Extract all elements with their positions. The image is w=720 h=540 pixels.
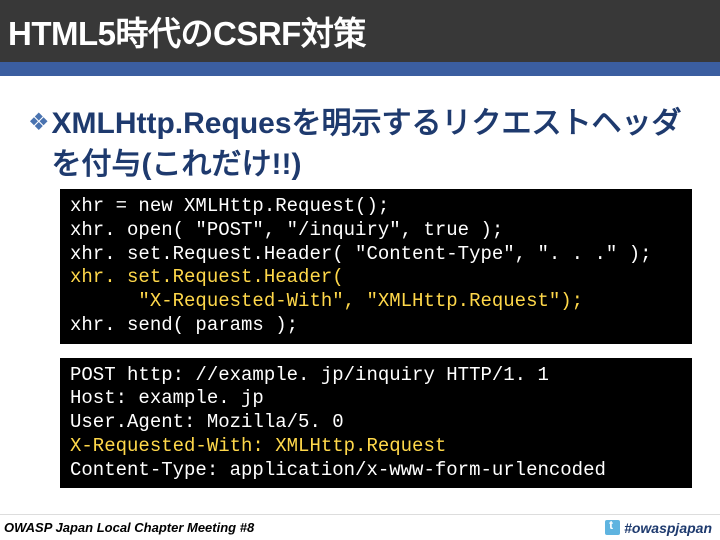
twitter-icon (605, 520, 620, 535)
code-line-highlight: xhr. set.Request.Header( (70, 266, 344, 288)
code-line: Host: example. jp (70, 387, 264, 409)
code-line: xhr. open( "POST", "/inquiry", true ); (70, 219, 503, 241)
code-line: Content-Type: application/x-www-form-url… (70, 459, 606, 481)
bullet-text: XMLHttp.Requesを明示するリクエストヘッダを付与(これだけ!!) (52, 104, 692, 185)
code-block-js: xhr = new XMLHttp.Request(); xhr. open( … (60, 189, 692, 344)
hashtag-text: #owaspjapan (624, 520, 712, 536)
footer-hashtag: #owaspjapan (605, 520, 712, 536)
code-line-highlight: "X-Requested-With", "XMLHttp.Request"); (70, 290, 583, 312)
code-line: xhr. set.Request.Header( "Content-Type",… (70, 243, 652, 265)
slide-footer: OWASP Japan Local Chapter Meeting #8 #ow… (0, 514, 720, 540)
code-line: User.Agent: Mozilla/5. 0 (70, 411, 344, 433)
slide-header: HTML5時代のCSRF対策 (0, 0, 720, 62)
diamond-bullet-icon: ❖ (28, 108, 50, 137)
code-line: xhr = new XMLHttp.Request(); (70, 195, 389, 217)
slide-content: ❖ XMLHttp.Requesを明示するリクエストヘッダを付与(これだけ!!)… (0, 76, 720, 488)
code-line-highlight: X-Requested-With: XMLHttp.Request (70, 435, 446, 457)
slide-title: HTML5時代のCSRF対策 (8, 7, 366, 55)
code-line: xhr. send( params ); (70, 314, 298, 336)
footer-meeting-label: OWASP Japan Local Chapter Meeting #8 (4, 520, 254, 535)
bullet-item: ❖ XMLHttp.Requesを明示するリクエストヘッダを付与(これだけ!!) (28, 104, 692, 185)
code-line: POST http: //example. jp/inquiry HTTP/1.… (70, 364, 549, 386)
code-block-http: POST http: //example. jp/inquiry HTTP/1.… (60, 358, 692, 489)
header-accent-bar (0, 62, 720, 76)
